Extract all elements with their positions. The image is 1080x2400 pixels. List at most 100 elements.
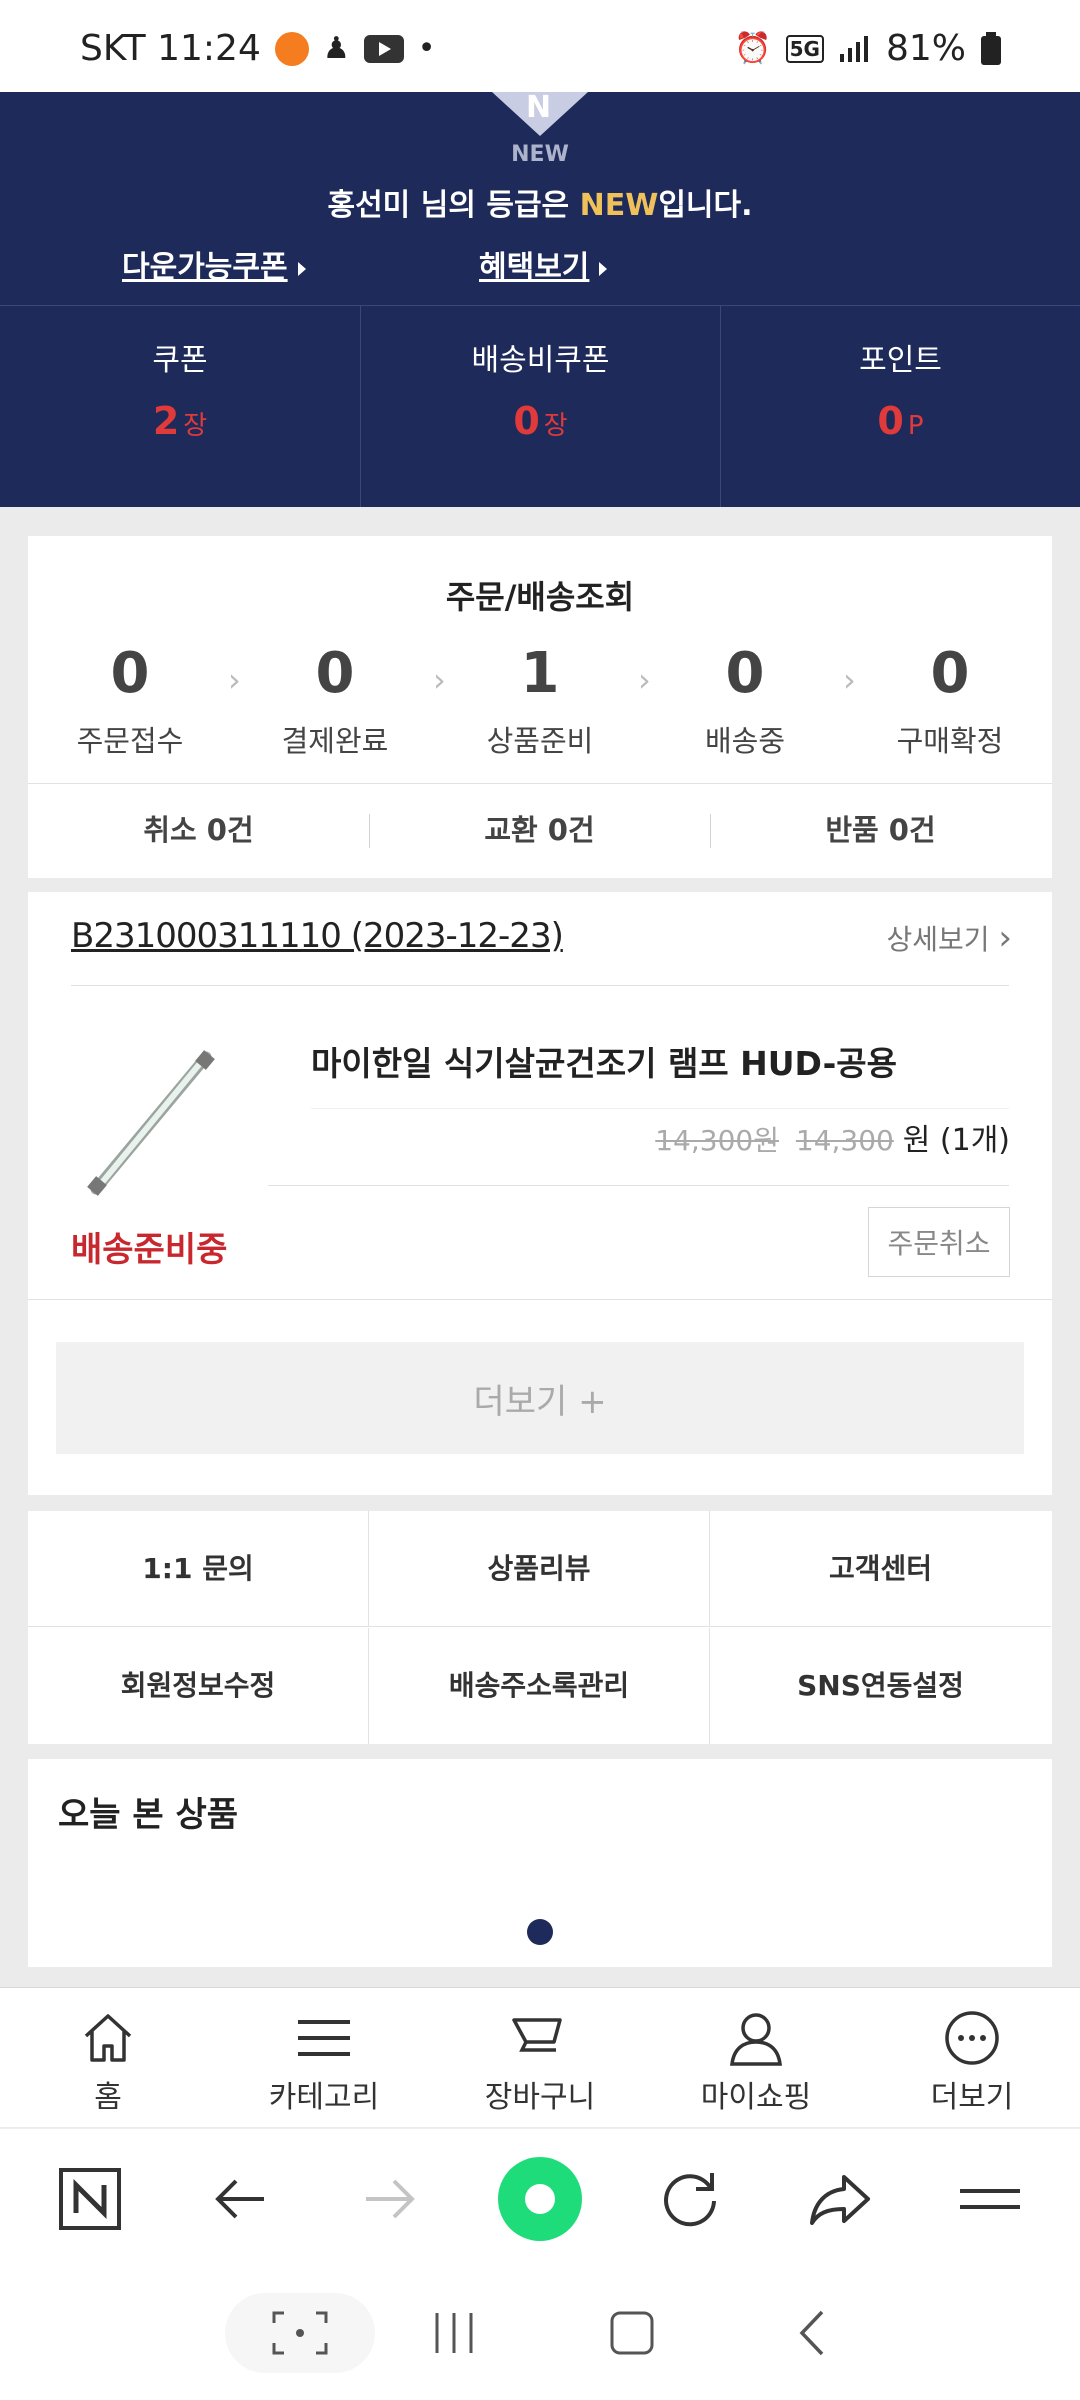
- arrow-left-icon: [215, 2179, 264, 2219]
- grade-header: N NEW 홍선미 님의 등급은 NEW입니다. 다운가능쿠폰 혜택보기 쿠폰 …: [0, 90, 1080, 507]
- home-icon: [84, 2014, 132, 2062]
- nav-more-label: 더보기: [930, 2080, 1014, 2115]
- coupon-summary[interactable]: 쿠폰 2장: [0, 305, 360, 507]
- shipping-coupon-title: 배송비쿠폰: [471, 343, 610, 378]
- step-count: 0: [315, 641, 355, 706]
- sale-price: 14,300: [795, 1124, 894, 1157]
- menu-edit-profile[interactable]: 회원정보수정: [28, 1628, 369, 1744]
- recent-apps-button[interactable]: [404, 2293, 504, 2373]
- home-system-button[interactable]: [582, 2293, 682, 2373]
- recent-apps-icon: [435, 2313, 473, 2353]
- screenshot-capture-button[interactable]: [225, 2293, 375, 2373]
- carousel-indicator-dot[interactable]: [527, 1919, 553, 1945]
- step-label: 상품준비: [486, 724, 594, 758]
- bottom-navigation: 홈 카테고리 장바구니 마이쇼핑 더보기: [0, 1987, 1080, 2127]
- nav-more[interactable]: 더보기: [864, 1988, 1080, 2128]
- menu-icon: [298, 2020, 350, 2056]
- step-shipping[interactable]: 0 배송중: [645, 641, 845, 760]
- divider: [268, 1185, 1009, 1186]
- nav-cart[interactable]: 장바구니: [432, 1988, 648, 2128]
- step-count: 0: [110, 641, 150, 706]
- divider: [28, 1299, 1052, 1300]
- nav-home[interactable]: 홈: [0, 1988, 216, 2128]
- browser-menu-button[interactable]: [940, 2149, 1040, 2249]
- step-count: 0: [725, 641, 765, 706]
- 5g-icon: 5G: [785, 34, 824, 63]
- signal-icon: [839, 35, 868, 62]
- menu-inquiry[interactable]: 1:1 문의: [28, 1511, 369, 1627]
- step-count: 0: [930, 641, 970, 706]
- product-name[interactable]: 마이한일 식기살균건조기 램프 HUD-공용: [311, 1037, 897, 1085]
- order-status-title: 주문/배송조회: [445, 578, 635, 616]
- status-bar: SKT 11:24 ♟ • ⏰ 5G 81%: [0, 0, 1080, 92]
- nav-home-label: 홈: [94, 2080, 122, 2115]
- forward-button[interactable]: [340, 2149, 440, 2249]
- exchange-count[interactable]: 교환 0건: [369, 784, 710, 877]
- alarm-icon: ⏰: [734, 31, 772, 66]
- step-purchase-confirmed[interactable]: 0 구매확정: [850, 641, 1050, 760]
- nav-my-shopping[interactable]: 마이쇼핑: [648, 1988, 864, 2128]
- step-preparing[interactable]: 1 상품준비: [440, 641, 640, 760]
- recently-viewed-title: 오늘 본 상품: [58, 1795, 239, 1835]
- product-price: 14,300원 14,300 원 (1개): [655, 1115, 1010, 1159]
- points-title: 포인트: [859, 343, 942, 378]
- nav-cart-label: 장바구니: [484, 2080, 596, 2115]
- step-label: 결제완료: [281, 724, 389, 758]
- user-icon: [730, 2013, 782, 2066]
- step-label: 주문접수: [76, 724, 184, 758]
- green-dot-button[interactable]: [490, 2149, 590, 2249]
- nav-category[interactable]: 카테고리: [216, 1988, 432, 2128]
- cancel-count[interactable]: 취소 0건: [28, 784, 369, 877]
- step-order-received[interactable]: 0 주문접수: [30, 641, 230, 760]
- capture-icon: [272, 2311, 328, 2355]
- app-notification-icon: [274, 31, 309, 66]
- youtube-icon: [363, 34, 404, 63]
- chevron-right-icon: ›: [998, 918, 1012, 958]
- return-count[interactable]: 반품 0건: [710, 784, 1051, 877]
- order-steps: 0 주문접수 › 0 결제완료 › 1 상품준비 › 0 배송중 › 0 구매확…: [28, 641, 1052, 761]
- nav-category-label: 카테고리: [268, 2080, 380, 2115]
- order-number[interactable]: B231000311110 (2023-12-23): [71, 916, 564, 956]
- notification-person-icon: ♟: [322, 31, 350, 66]
- product-image[interactable]: [86, 1049, 216, 1199]
- arrow-right-icon: [366, 2179, 415, 2219]
- nav-my-shopping-label: 마이쇼핑: [700, 2080, 812, 2115]
- points-value: 0P: [877, 399, 924, 443]
- share-button[interactable]: [790, 2149, 890, 2249]
- naver-home-button[interactable]: [40, 2149, 140, 2249]
- step-label: 배송중: [704, 724, 786, 758]
- divider: [311, 1108, 1009, 1109]
- cancel-order-button[interactable]: 주문취소: [868, 1207, 1010, 1277]
- status-right: ⏰ 5G 81%: [734, 28, 1002, 69]
- claim-summary-row: 취소 0건 교환 0건 반품 0건: [28, 783, 1052, 876]
- back-system-button[interactable]: [762, 2293, 862, 2373]
- status-left: SKT 11:24 ♟ •: [80, 28, 435, 69]
- divider: [71, 985, 1009, 986]
- more-icon: [945, 2011, 999, 2065]
- menu-address-book[interactable]: 배송주소록관리: [369, 1628, 710, 1744]
- shortcut-menu: 1:1 문의 상품리뷰 고객센터 회원정보수정 배송주소록관리 SNS연동설정: [28, 1511, 1052, 1744]
- step-label: 구매확정: [896, 724, 1004, 758]
- menu-sns-settings[interactable]: SNS연동설정: [710, 1628, 1051, 1744]
- menu-product-review[interactable]: 상품리뷰: [369, 1511, 710, 1627]
- back-button[interactable]: [190, 2149, 290, 2249]
- downloadable-coupon-link[interactable]: 다운가능쿠폰: [122, 242, 306, 286]
- grade-message-suffix: 입니다.: [658, 188, 753, 223]
- order-detail-link[interactable]: 상세보기 ›: [886, 918, 1012, 958]
- benefits-link[interactable]: 혜택보기: [479, 242, 607, 286]
- load-more-button[interactable]: 더보기 +: [56, 1342, 1024, 1454]
- coupon-title: 쿠폰: [152, 343, 208, 378]
- battery-percent: 81%: [885, 28, 966, 69]
- menu-customer-center[interactable]: 고객센터: [710, 1511, 1051, 1627]
- recently-viewed-section: 오늘 본 상품: [28, 1759, 1052, 1967]
- naver-n-icon: [59, 2168, 121, 2230]
- battery-icon: [981, 31, 1001, 65]
- refresh-button[interactable]: [640, 2149, 740, 2249]
- carrier-time: SKT 11:24: [80, 28, 261, 69]
- grade-badge-label: NEW: [511, 142, 569, 167]
- shipping-coupon-summary[interactable]: 배송비쿠폰 0장: [360, 305, 720, 507]
- shipping-coupon-count: 0장: [513, 399, 568, 443]
- refresh-icon: [664, 2173, 716, 2227]
- points-summary[interactable]: 포인트 0P: [720, 305, 1080, 507]
- step-payment-complete[interactable]: 0 결제완료: [235, 641, 435, 760]
